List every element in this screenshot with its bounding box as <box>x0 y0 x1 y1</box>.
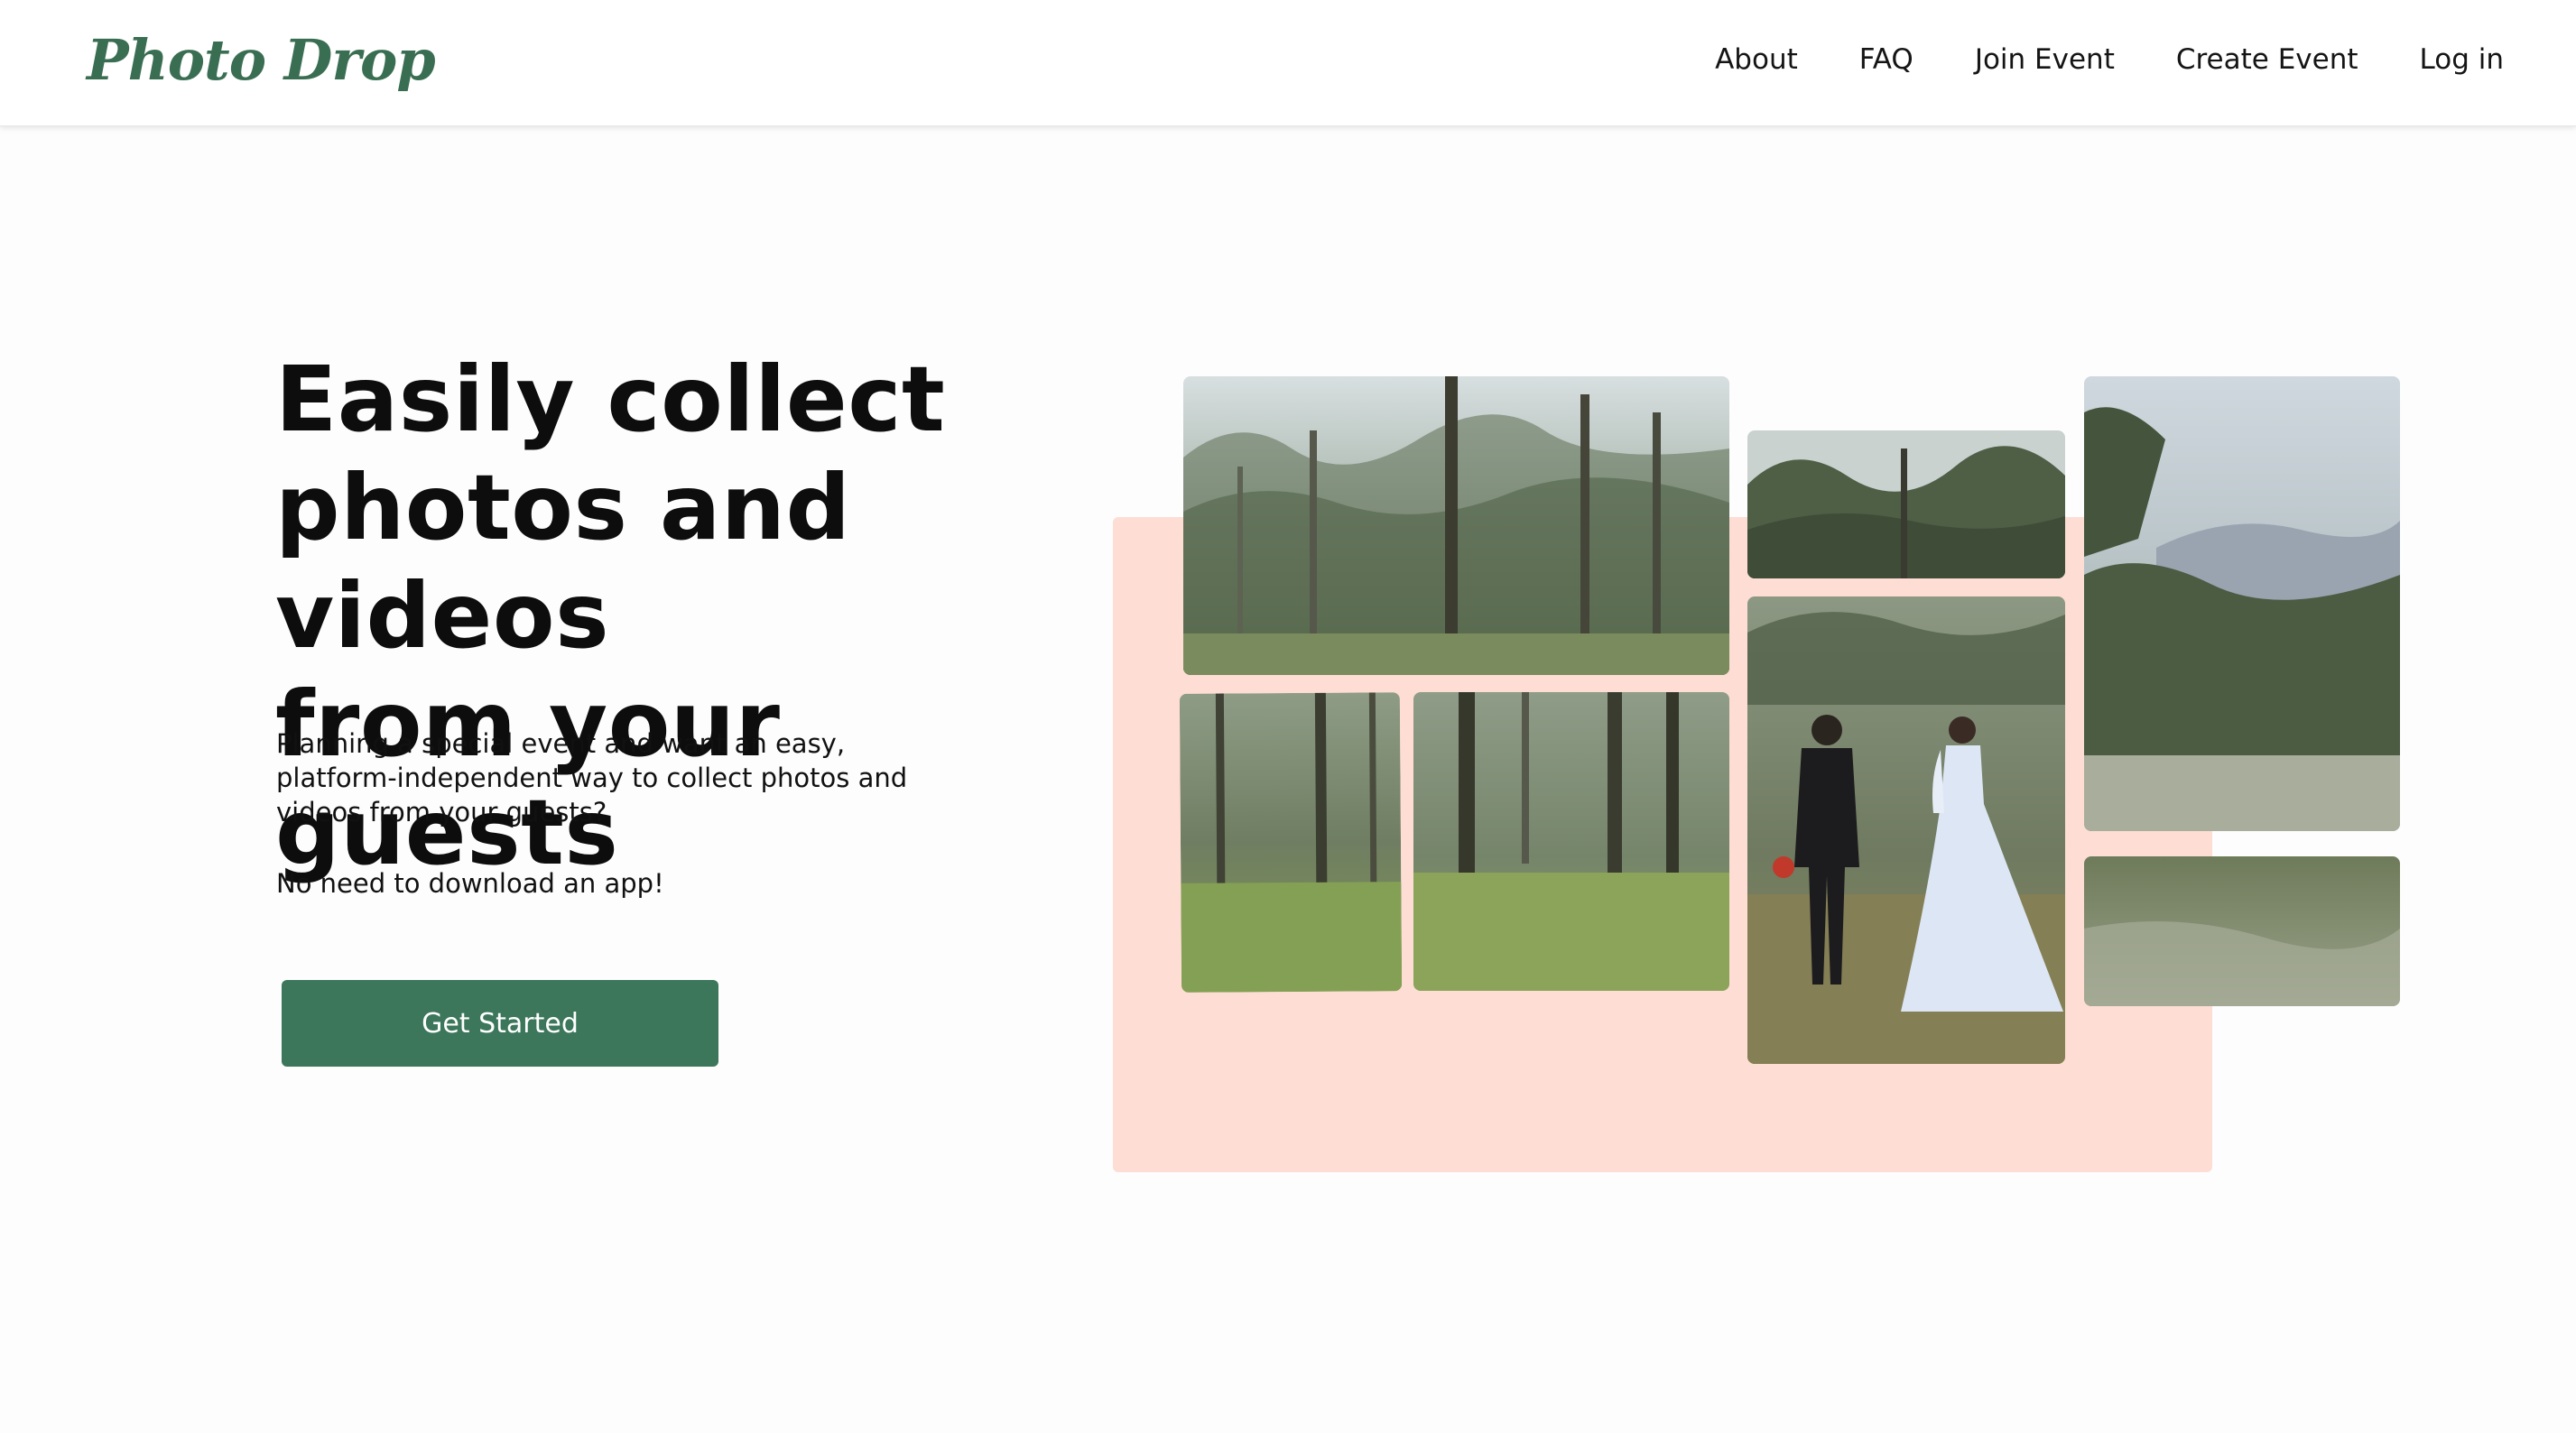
hero-title-line: Easily collect <box>275 347 946 452</box>
forest-trunks-photo <box>1413 692 1729 991</box>
hero-description: Planning a special event and want an eas… <box>276 726 962 829</box>
nav-join-event[interactable]: Join Event <box>1975 38 2115 81</box>
site-header: Photo Drop About FAQ Join Event Create E… <box>0 0 2576 126</box>
hero-note: No need to download an app! <box>276 868 664 899</box>
hero-title-line: photos and videos <box>275 455 851 669</box>
nav-about[interactable]: About <box>1715 38 1798 81</box>
nav-create-event[interactable]: Create Event <box>2176 38 2358 81</box>
nav-faq[interactable]: FAQ <box>1859 38 1913 81</box>
hero-description-line: platform-independent way to collect phot… <box>276 763 908 793</box>
forest-photo <box>1183 376 1729 675</box>
hillside-photo <box>2084 376 2400 831</box>
couple-photo <box>1747 596 2065 1064</box>
hero-description-line: videos from your guests? <box>276 797 607 827</box>
main-nav: About FAQ Join Event Create Event Log in <box>1654 38 2504 81</box>
logo[interactable]: Photo Drop <box>87 22 436 99</box>
forest-ground-photo <box>1179 692 1403 993</box>
hero-description-line: Planning a special event and want an eas… <box>276 728 846 759</box>
nav-log-in[interactable]: Log in <box>2420 38 2504 81</box>
meadow-photo <box>2084 856 2400 1006</box>
get-started-button[interactable]: Get Started <box>282 980 718 1067</box>
pine-canopy-photo <box>1747 430 2065 578</box>
